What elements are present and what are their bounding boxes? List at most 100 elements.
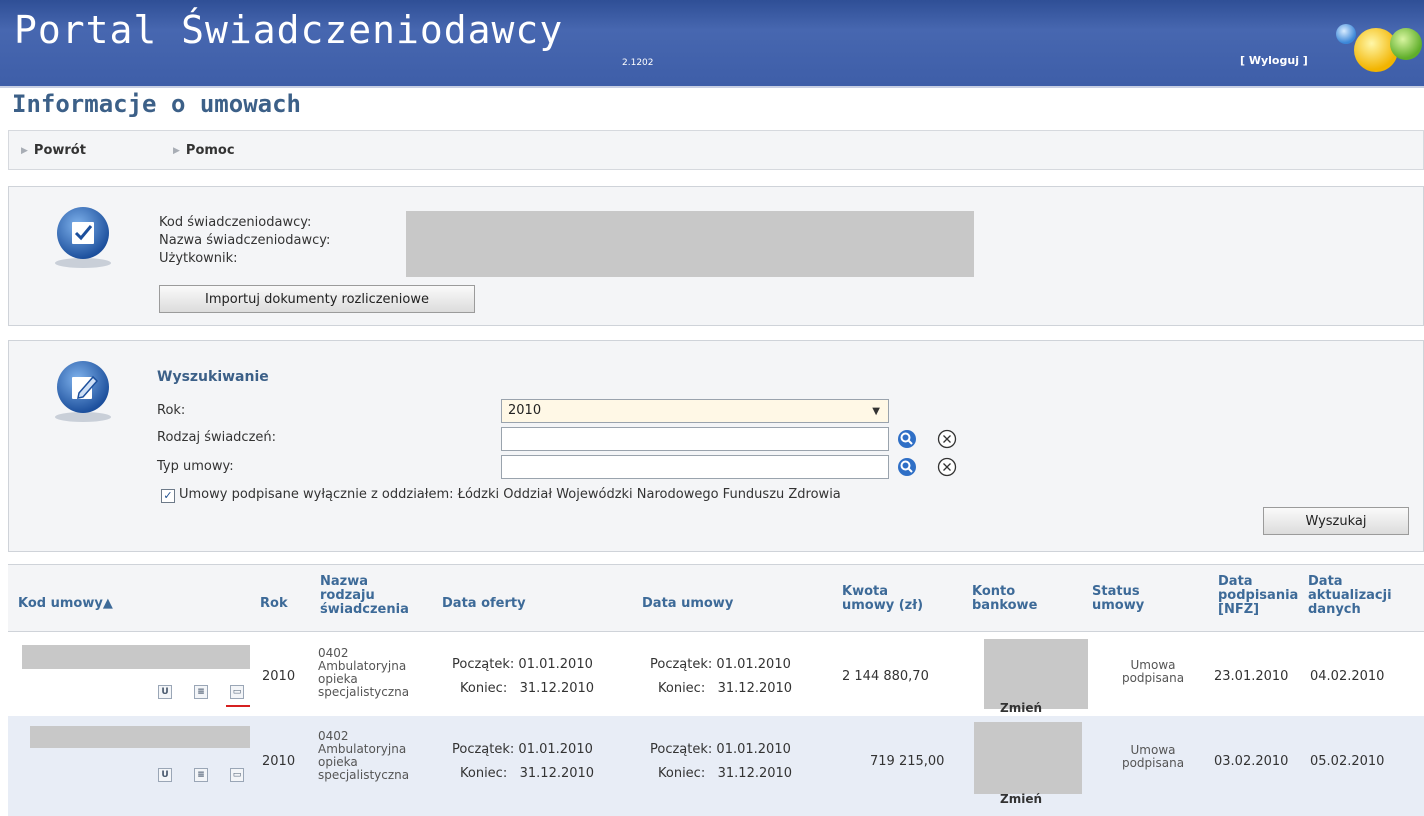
help-link-label: Pomoc xyxy=(185,143,235,158)
col-amount-line: Kwota xyxy=(842,584,889,599)
col-service-name-line: Nazwa xyxy=(320,574,369,589)
col-updated-date[interactable]: Data aktualizacji danych xyxy=(1308,575,1392,617)
app-header: Portal Świadczeniodawcy 2.1202 [ Wyloguj… xyxy=(0,0,1424,88)
row-status: Umowa podpisana xyxy=(1108,744,1198,770)
app-title: Portal Świadczeniodawcy xyxy=(14,8,564,52)
row-contract-start-value: 01.01.2010 xyxy=(716,657,791,672)
search-button[interactable]: Wyszukaj xyxy=(1263,507,1409,535)
col-bank-account[interactable]: Konto bankowe xyxy=(972,585,1037,613)
row-offer-start-label: Początek: xyxy=(452,742,515,757)
row-updated-date: 04.02.2010 xyxy=(1310,669,1385,684)
col-service-name-line: rodzaju xyxy=(320,588,375,603)
col-offer-date[interactable]: Data oferty xyxy=(442,597,526,611)
document-check-icon xyxy=(55,207,111,268)
row-service-name-line: specjalistyczna xyxy=(318,768,410,782)
clear-icon[interactable] xyxy=(937,429,957,449)
redacted-contract-code xyxy=(30,726,250,748)
year-select[interactable]: 2010 ▼ xyxy=(501,399,889,423)
u-action-icon[interactable]: U xyxy=(158,768,172,782)
row-status: Umowa podpisana xyxy=(1108,659,1198,685)
col-contract-code[interactable]: Kod umowy▲ xyxy=(18,597,113,611)
row-offer-end-label: Koniec: xyxy=(460,681,508,696)
change-account-link[interactable]: Zmień xyxy=(1000,701,1042,715)
col-status-line: umowy xyxy=(1092,598,1145,613)
provider-info-panel: Kod świadczeniodawcy: Nazwa świadczeniod… xyxy=(8,186,1424,326)
list-action-icon[interactable]: ≡ xyxy=(194,768,208,782)
search-panel: Wyszukiwanie Rok: 2010 ▼ Rodzaj świadcze… xyxy=(8,340,1424,552)
contracts-table-header: Kod umowy▲ Rok Nazwa rodzaju świadczenia… xyxy=(8,564,1424,632)
row-contract-start-value: 01.01.2010 xyxy=(716,742,791,757)
clear-icon[interactable] xyxy=(937,457,957,477)
col-updated-date-line: Data xyxy=(1308,574,1343,589)
row-contract-end-label: Koniec: xyxy=(658,681,706,696)
row-contract-end: Koniec: 31.12.2010 xyxy=(658,681,792,696)
col-year[interactable]: Rok xyxy=(260,597,288,611)
redacted-provider-data xyxy=(406,211,974,277)
row-amount: 719 215,00 xyxy=(870,754,945,769)
redacted-contract-code xyxy=(22,645,250,669)
service-type-label: Rodzaj świadczeń: xyxy=(157,430,277,445)
row-contract-start: Początek: 01.01.2010 xyxy=(650,742,791,757)
provider-code-label: Kod świadczeniodawcy: xyxy=(159,215,312,230)
logout-link[interactable]: [ Wyloguj ] xyxy=(1240,54,1308,67)
list-action-icon[interactable]: ≡ xyxy=(194,685,208,699)
monitor-action-icon[interactable]: ▭ xyxy=(230,768,244,782)
col-amount-line: umowy (zł) xyxy=(842,598,924,613)
row-contract-end-label: Koniec: xyxy=(658,766,706,781)
col-signed-date[interactable]: Data podpisania [NFZ] xyxy=(1218,575,1298,617)
col-contract-date[interactable]: Data umowy xyxy=(642,597,733,611)
redacted-bank-account xyxy=(984,639,1088,709)
row-signed-date: 23.01.2010 xyxy=(1214,669,1289,684)
col-bank-account-line: bankowe xyxy=(972,598,1038,613)
col-service-name[interactable]: Nazwa rodzaju świadczenia xyxy=(320,575,409,617)
table-row: U ≡ ▭ 2010 0402 Ambulatoryjna opieka spe… xyxy=(8,716,1424,816)
monitor-action-icon[interactable]: ▭ xyxy=(230,685,244,699)
play-triangle-icon: ▶ xyxy=(173,146,180,156)
back-link[interactable]: ▶ Powrót xyxy=(21,143,86,158)
change-account-link[interactable]: Zmień xyxy=(1000,792,1042,806)
dropdown-arrow-icon: ▼ xyxy=(872,406,880,417)
nav-bar: ▶ Powrót ▶ Pomoc xyxy=(8,130,1424,170)
row-contract-start-label: Początek: xyxy=(650,657,713,672)
col-amount[interactable]: Kwota umowy (zł) xyxy=(842,585,923,613)
col-updated-date-line: danych xyxy=(1308,602,1361,617)
row-updated-date: 05.02.2010 xyxy=(1310,754,1385,769)
play-triangle-icon: ▶ xyxy=(21,146,28,156)
import-documents-button[interactable]: Importuj dokumenty rozliczeniowe xyxy=(159,285,475,313)
row-amount: 2 144 880,70 xyxy=(842,669,929,684)
col-updated-date-line: aktualizacji xyxy=(1308,588,1392,603)
year-label: Rok: xyxy=(157,403,186,418)
row-offer-end-value: 31.12.2010 xyxy=(519,766,595,781)
row-year: 2010 xyxy=(262,669,296,684)
row-service-name-line: specjalistyczna xyxy=(318,685,410,699)
branch-checkbox[interactable]: ✓ xyxy=(161,489,175,503)
row-signed-date: 03.02.2010 xyxy=(1214,754,1289,769)
col-signed-date-line: Data xyxy=(1218,574,1253,589)
col-status-line: Status xyxy=(1092,584,1140,599)
app-version: 2.1202 xyxy=(622,58,654,68)
search-lookup-icon[interactable] xyxy=(897,457,917,477)
col-status[interactable]: Status umowy xyxy=(1092,585,1144,613)
col-signed-date-line: [NFZ] xyxy=(1218,602,1260,617)
service-type-input[interactable] xyxy=(501,427,889,451)
search-heading: Wyszukiwanie xyxy=(157,369,269,385)
user-label: Użytkownik: xyxy=(159,251,238,266)
row-offer-start: Początek: 01.01.2010 xyxy=(452,742,593,757)
u-action-icon[interactable]: U xyxy=(158,685,172,699)
table-row: U ≡ ▭ 2010 0402 Ambulatoryjna opieka spe… xyxy=(8,633,1424,717)
row-offer-end-value: 31.12.2010 xyxy=(519,681,595,696)
row-contract-end: Koniec: 31.12.2010 xyxy=(658,766,792,781)
redacted-bank-account xyxy=(974,722,1082,794)
contract-type-input[interactable] xyxy=(501,455,889,479)
help-link[interactable]: ▶ Pomoc xyxy=(173,143,235,158)
row-contract-start-label: Początek: xyxy=(650,742,713,757)
search-lookup-icon[interactable] xyxy=(897,429,917,449)
row-offer-end: Koniec: 31.12.2010 xyxy=(460,766,594,781)
contract-type-label: Typ umowy: xyxy=(157,459,234,474)
row-offer-start-value: 01.01.2010 xyxy=(518,657,593,672)
row-contract-end-value: 31.12.2010 xyxy=(717,681,793,696)
year-select-value: 2010 xyxy=(508,403,542,418)
row-offer-start-value: 01.01.2010 xyxy=(518,742,593,757)
row-status-line: podpisana xyxy=(1121,756,1185,770)
row-service-name: 0402 Ambulatoryjna opieka specjalistyczn… xyxy=(318,647,409,699)
